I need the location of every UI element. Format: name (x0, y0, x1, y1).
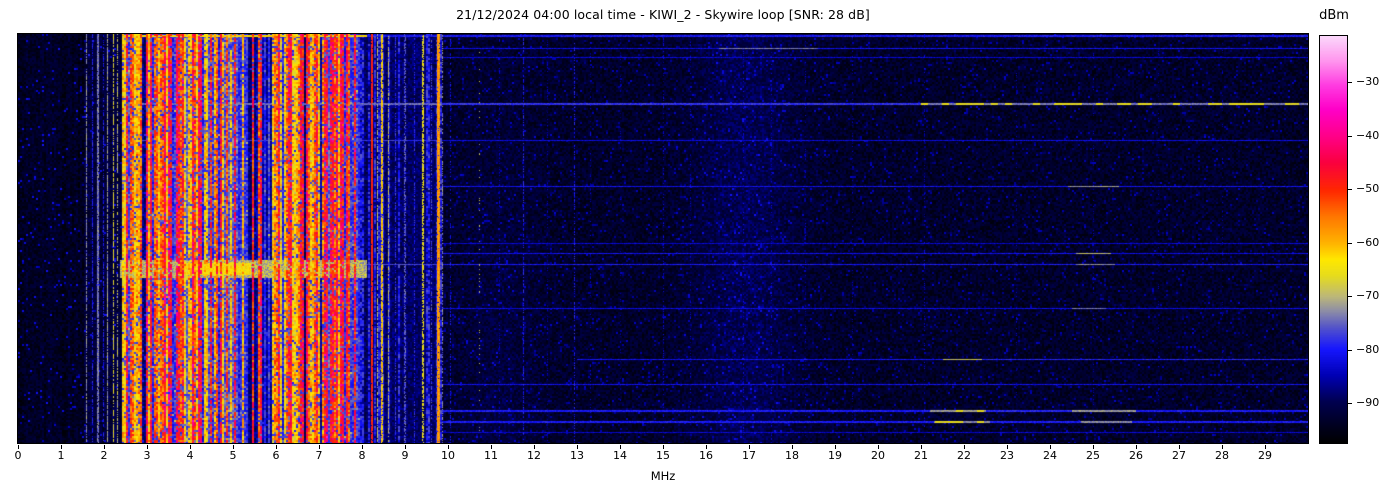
colorbar-tick-label: −80 (1356, 343, 1379, 357)
colorbar-unit-label: dBm (1312, 8, 1356, 23)
x-tick-label: 16 (699, 449, 713, 462)
colorbar-tick-label: −90 (1356, 396, 1379, 410)
x-tick-label: 23 (1000, 449, 1014, 462)
colorbar-tick-mark (1348, 82, 1352, 83)
x-axis-label: MHz (17, 469, 1309, 483)
colorbar-tick-label: −60 (1356, 236, 1379, 250)
x-tick-label: 9 (402, 449, 409, 462)
x-tick-label: 22 (957, 449, 971, 462)
colorbar-tick-label: −70 (1356, 289, 1379, 303)
x-tick-label: 11 (484, 449, 498, 462)
x-tick-label: 24 (1043, 449, 1057, 462)
x-tick-label: 8 (359, 449, 366, 462)
x-tick-label: 6 (273, 449, 280, 462)
spectrogram-heatmap (18, 34, 1308, 443)
colorbar-tick-label: −50 (1356, 182, 1379, 196)
x-tick-label: 29 (1258, 449, 1272, 462)
colorbar-tick-mark (1348, 136, 1352, 137)
x-tick-label: 1 (58, 449, 65, 462)
spectrogram-figure: 21/12/2024 04:00 local time - KIWI_2 - S… (0, 0, 1400, 500)
colorbar-gradient (1320, 36, 1347, 443)
chart-title: 21/12/2024 04:00 local time - KIWI_2 - S… (17, 7, 1309, 22)
x-tick-label: 7 (316, 449, 323, 462)
colorbar-tick-mark (1348, 350, 1352, 351)
x-tick-label: 25 (1086, 449, 1100, 462)
x-tick-label: 18 (785, 449, 799, 462)
colorbar-tick-mark (1348, 189, 1352, 190)
x-tick-label: 4 (187, 449, 194, 462)
colorbar (1319, 35, 1348, 444)
colorbar-tick-label: −40 (1356, 129, 1379, 143)
x-tick-label: 5 (230, 449, 237, 462)
colorbar-tick-mark (1348, 243, 1352, 244)
x-tick-label: 14 (613, 449, 627, 462)
colorbar-tick-label: −30 (1356, 75, 1379, 89)
x-tick-label: 3 (144, 449, 151, 462)
colorbar-tick-mark (1348, 403, 1352, 404)
x-tick-label: 17 (742, 449, 756, 462)
x-tick-label: 28 (1215, 449, 1229, 462)
x-tick-label: 15 (656, 449, 670, 462)
x-tick-label: 26 (1129, 449, 1143, 462)
x-tick-label: 20 (871, 449, 885, 462)
x-tick-label: 19 (828, 449, 842, 462)
x-tick-label: 13 (570, 449, 584, 462)
x-tick-label: 12 (527, 449, 541, 462)
x-tick-label: 21 (914, 449, 928, 462)
x-tick-label: 27 (1172, 449, 1186, 462)
plot-area (17, 33, 1309, 444)
x-tick-label: 2 (101, 449, 108, 462)
colorbar-tick-mark (1348, 296, 1352, 297)
x-tick-label: 0 (15, 449, 22, 462)
x-tick-label: 10 (441, 449, 455, 462)
